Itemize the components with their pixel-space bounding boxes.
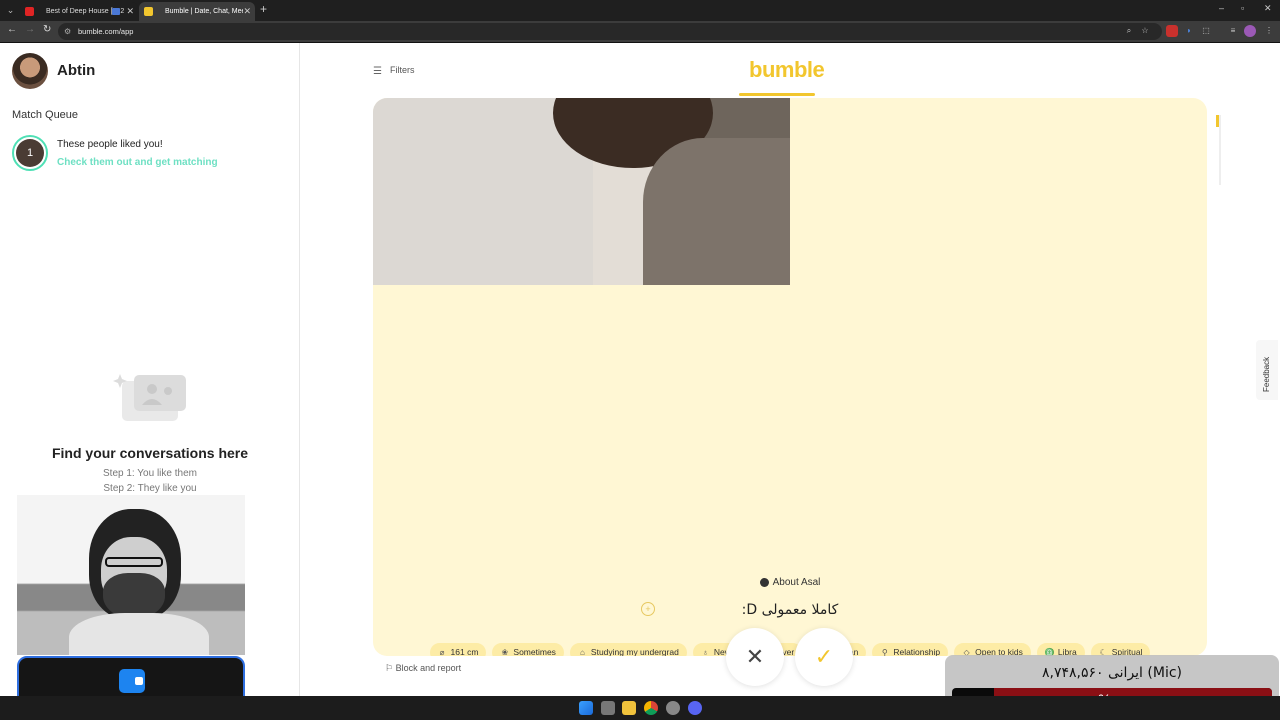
back-icon[interactable]: ← [7,24,17,35]
filters-label: Filters [390,65,415,75]
exercise-icon: ❀ [501,648,509,656]
pass-button[interactable]: ✕ [726,628,784,686]
tab-search-icon[interactable]: ⌄ [4,4,17,17]
restore-icon[interactable]: ▫ [1241,3,1244,13]
conversations-title: Find your conversations here [51,445,249,461]
new-tab-icon[interactable]: + [260,2,267,16]
liked-you-text: These people liked you! [57,139,163,150]
chip-education: ⌂ Studying my undergrad [569,643,687,656]
webcam-overlay-image [17,495,245,655]
discord-icon[interactable] [688,701,702,715]
about-icon [759,577,769,587]
user-name[interactable]: Abtin [57,62,95,79]
close-icon: ✕ [745,644,765,669]
close-tab-icon[interactable]: ✕ [126,2,134,21]
overlay-amount-text: ۸,۷۴۸,۵۶۰ ایرانی (Mic) [1041,665,1182,681]
block-report-label: Block and report [395,663,462,673]
youtube-favicon-icon [25,7,34,16]
about-title-text: About Asal [772,577,821,588]
ruler-icon: ⌀ [439,648,445,656]
education-icon: ⌂ [580,648,585,656]
photo-scroll-track [1219,115,1221,185]
chip-label: Relationship [893,647,941,656]
extension-blue-icon[interactable]: ◗ [1184,26,1194,36]
address-bar[interactable]: ⚙ bumble.com/app [58,23,1162,40]
zoom-icon[interactable]: ⌕ [1124,26,1134,36]
chip-looking-for: ⚲ Relationship [872,643,949,656]
chip-height: ⌀ 161 cm [429,643,487,656]
drinking-icon: ♁ [702,648,709,656]
minimize-icon[interactable]: – [1219,3,1224,13]
profile-photo [373,98,790,285]
chip-label: Sometimes [513,647,556,656]
app-icon[interactable] [666,701,680,715]
chip-label: 161 cm [450,647,479,656]
site-info-icon[interactable]: ⚙ [64,23,71,40]
windows-taskbar [0,696,1280,720]
feedback-label: Feedback [1262,356,1271,392]
check-them-out-link[interactable]: Check them out and get matching [57,157,218,168]
file-explorer-icon[interactable] [622,701,636,715]
reload-icon[interactable]: ↻ [43,24,51,35]
sidebar: Abtin Match Queue 1 These people liked y… [0,43,300,706]
person-shirt [69,613,209,655]
step-2-text: Step 2: They like you [103,483,197,494]
block-and-report-link[interactable]: ⚐ Block and report [385,663,461,674]
about-title: About Asal [373,577,1207,588]
filters-button[interactable]: ☰ Filters [373,65,415,77]
bio-text: کاملا معمولی D: [741,602,839,618]
browser-tab-bar: ⌄ Best of Deep House [2025] ✕ Bumble | D… [0,0,1280,21]
profile-avatar-icon[interactable] [1244,25,1256,37]
flag-icon: ⚐ [385,663,396,673]
media-playing-icon [112,8,120,15]
match-queue-badge[interactable]: 1 [12,135,48,171]
bumble-favicon-icon [144,7,153,16]
chip-exercise: ❀ Sometimes [492,643,564,656]
match-count: 1 [16,139,44,167]
looking-for-icon: ⚲ [881,648,888,656]
close-window-icon[interactable]: ✕ [1264,3,1272,14]
logo-underline [739,93,815,96]
wallet-icon [119,669,145,693]
conversations-illustration-icon [113,374,186,421]
person-glasses [105,557,163,567]
extensions-puzzle-icon[interactable]: ⬚ [1201,26,1211,36]
check-icon: ✓ [814,644,834,669]
url-text: bumble.com/app [78,27,134,36]
task-view-icon[interactable] [601,701,615,715]
profile-card: About Asal + کاملا معمولی D: ⌀ 161 cm ❀ So… [373,98,1207,656]
chip-label: Studying my undergrad [590,647,679,656]
main-content: ☰ Filters bumble About Asal + کاملا معمول… [301,43,1280,696]
browser-toolbar: ← → ↻ ⚙ bumble.com/app ⌕ ☆ ◗ ⬚ ≡ ⋮ [0,21,1280,42]
tab-bumble[interactable]: Bumble | Date, Chat, Meet New ✕ [139,2,255,21]
windows-start-icon[interactable] [579,701,593,715]
sliders-icon: ☰ [373,65,382,77]
extension-red-icon[interactable] [1166,25,1178,37]
bumble-logo[interactable]: bumble [749,57,825,83]
user-avatar[interactable] [12,53,48,89]
chrome-icon[interactable] [644,701,658,715]
like-button[interactable]: ✓ [795,628,853,686]
close-tab-icon[interactable]: ✕ [243,2,251,21]
forward-icon[interactable]: → [25,24,35,35]
menu-kebab-icon[interactable]: ⋮ [1264,26,1274,36]
tab-deep-house[interactable]: Best of Deep House [2025] ✕ [20,2,138,21]
media-control-icon[interactable]: ≡ [1228,26,1238,36]
bookmark-star-icon[interactable]: ☆ [1140,26,1150,36]
step-1-text: Step 1: You like them [103,468,197,479]
feedback-tab[interactable]: Feedback [1256,340,1278,400]
photo-sleeve [643,138,790,285]
match-queue-title: Match Queue [12,109,79,121]
tab-label: Bumble | Date, Chat, Meet New [165,8,243,15]
